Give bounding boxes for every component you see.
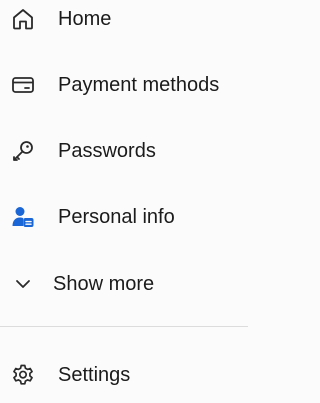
show-more-button[interactable]: Show more xyxy=(0,256,248,312)
home-icon xyxy=(10,6,36,32)
sidebar-item-passwords[interactable]: Passwords xyxy=(0,123,248,179)
sidebar-item-home[interactable]: Home xyxy=(0,0,248,47)
sidebar-item-label: Settings xyxy=(58,364,131,386)
sidebar-item-label: Passwords xyxy=(58,140,156,162)
sidebar-item-settings[interactable]: Settings xyxy=(0,347,248,403)
chevron-down-icon xyxy=(10,271,36,297)
sidebar-item-label: Payment methods xyxy=(58,74,220,96)
sidebar-item-label: Personal info xyxy=(58,206,175,228)
gear-icon xyxy=(10,362,36,388)
show-more-label: Show more xyxy=(53,273,155,295)
key-icon xyxy=(10,138,36,164)
divider xyxy=(0,326,248,327)
sidebar-item-payment-methods[interactable]: Payment methods xyxy=(0,57,248,113)
sidebar-item-personal-info[interactable]: Personal info xyxy=(0,189,248,245)
sidebar-nav: Home Payment methods Passwords Personal … xyxy=(0,0,248,392)
sidebar-item-label: Home xyxy=(58,8,112,30)
credit-card-icon xyxy=(10,72,36,98)
person-card-icon xyxy=(10,204,36,230)
